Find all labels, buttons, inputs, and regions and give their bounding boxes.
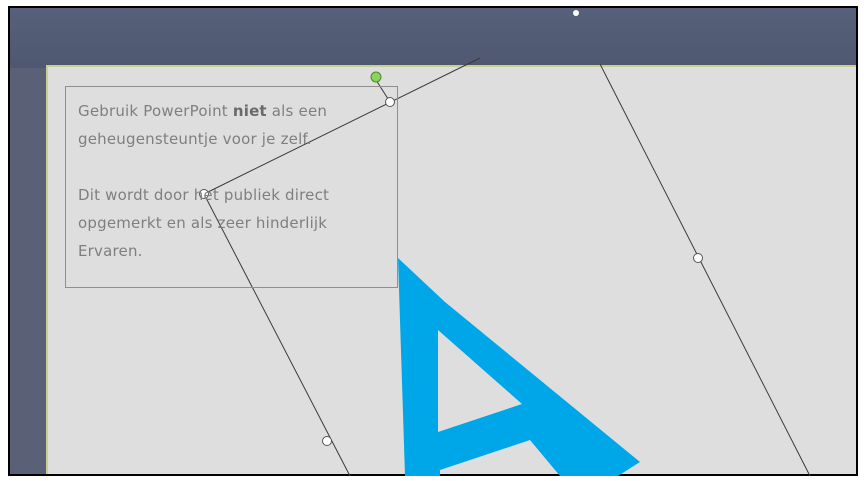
text-paragraph-1: Gebruik PowerPoint niet als een geheugen… bbox=[78, 97, 385, 153]
toolbar-indicator-dot bbox=[573, 10, 579, 16]
slide-text-box[interactable]: Gebruik PowerPoint niet als een geheugen… bbox=[65, 86, 398, 288]
paragraph-1-part-1: Gebruik PowerPoint bbox=[78, 102, 233, 120]
bold-word-niet: niet bbox=[232, 102, 267, 120]
text-paragraph-2: Dit wordt door het publiek direct opgeme… bbox=[78, 186, 330, 260]
top-toolbar-strip bbox=[10, 8, 856, 68]
slide-pane-edge bbox=[10, 68, 46, 474]
